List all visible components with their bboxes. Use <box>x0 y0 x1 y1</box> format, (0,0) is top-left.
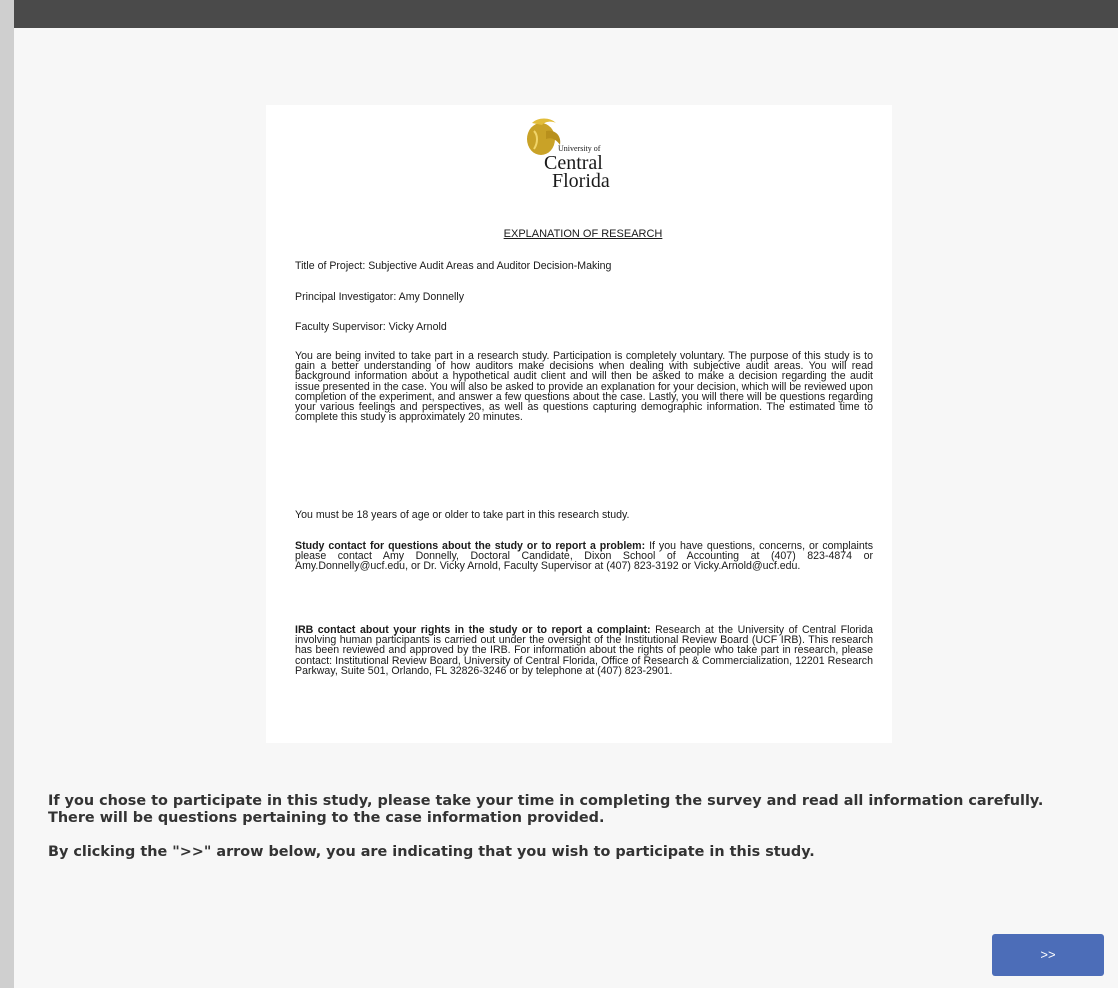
instructions-paragraph-1: If you chose to participate in this stud… <box>48 793 1044 826</box>
document-heading: EXPLANATION OF RESEARCH <box>503 228 663 240</box>
next-button[interactable]: >> <box>992 934 1104 976</box>
ucf-logo: University of Central Florida <box>524 113 648 193</box>
invitation-paragraph: You are being invited to take part in a … <box>295 350 873 424</box>
logo-florida: Florida <box>552 170 610 192</box>
consent-document: University of Central Florida EXPLANATIO… <box>266 105 892 743</box>
survey-frame: University of Central Florida EXPLANATIO… <box>14 28 1118 988</box>
study-contact-paragraph: Study contact for questions about the st… <box>295 541 873 572</box>
project-title: Title of Project: Subjective Audit Areas… <box>295 260 612 272</box>
top-bar <box>0 0 1118 28</box>
left-edge <box>0 0 14 988</box>
age-requirement: You must be 18 years of age or older to … <box>295 509 630 521</box>
instructions-paragraph-2: By clicking the ">>" arrow below, you ar… <box>48 844 815 860</box>
principal-investigator: Principal Investigator: Amy Donnelly <box>295 291 464 303</box>
irb-contact-paragraph: IRB contact about your rights in the stu… <box>295 625 873 676</box>
faculty-supervisor: Faculty Supervisor: Vicky Arnold <box>295 321 447 333</box>
instructions: If you chose to participate in this stud… <box>48 793 1088 878</box>
